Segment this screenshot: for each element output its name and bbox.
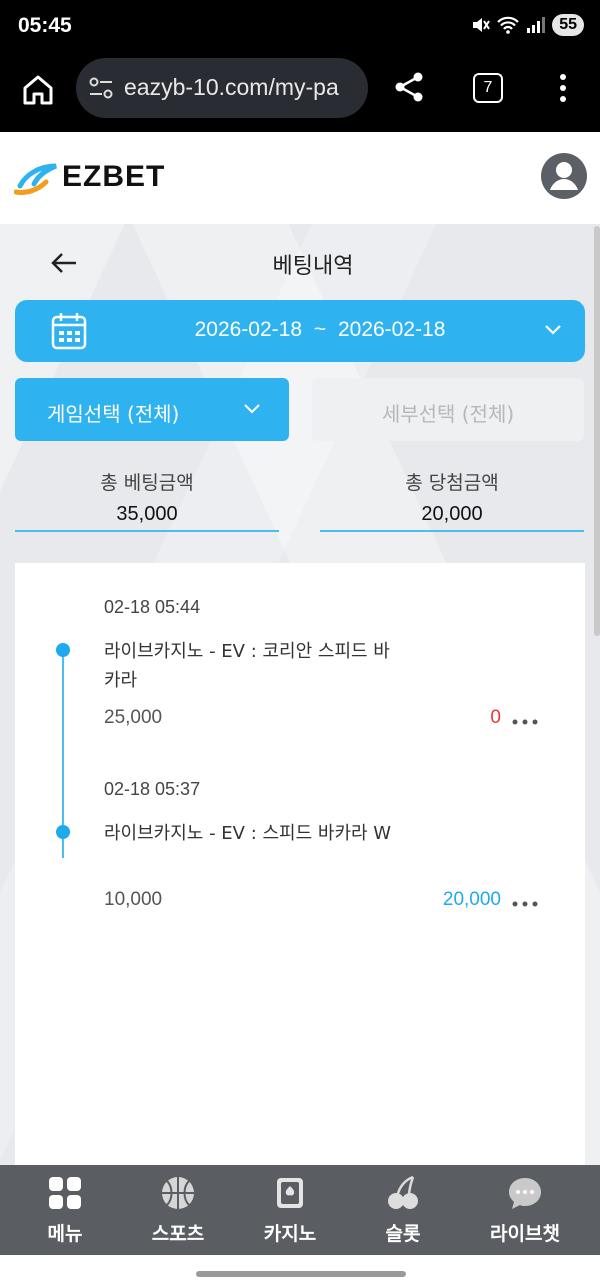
bet-stake: 10,000 bbox=[104, 889, 163, 910]
bet-result: 20,000 bbox=[442, 889, 501, 910]
start-date: 2026-02-18 bbox=[194, 318, 303, 341]
bottom-navigation: 메뉴 스포츠 카지노 슬롯 라이브챗 bbox=[0, 1165, 600, 1255]
grid-icon bbox=[49, 1177, 81, 1209]
bet-game-name: 라이브카지노 - EV : 스피드 바카라 W bbox=[104, 823, 392, 844]
end-date: 2026-02-18 bbox=[337, 318, 446, 341]
bet-history-list: 02-18 05:44 라이브카지노 - EV : 코리안 스피드 바카라 25… bbox=[15, 563, 585, 1165]
bet-stake: 25,000 bbox=[104, 707, 163, 728]
brand-name: EZBET bbox=[62, 160, 166, 193]
site-logo[interactable]: EZBET bbox=[14, 158, 214, 200]
timeline-dot bbox=[56, 643, 70, 657]
bet-history-item: 02-18 05:37 라이브카지노 - EV : 스피드 바카라 W 10,0… bbox=[15, 745, 585, 915]
status-icons: 55 bbox=[470, 14, 584, 36]
home-icon[interactable] bbox=[20, 72, 56, 108]
cards-icon bbox=[277, 1178, 303, 1208]
address-bar[interactable]: eazyb-10.com/my-pa bbox=[76, 58, 368, 118]
site-settings-icon[interactable] bbox=[88, 76, 114, 100]
nav-label: 카지노 bbox=[263, 1223, 317, 1245]
nav-live-chat[interactable]: 라이브챗 bbox=[475, 1175, 575, 1251]
total-win-label: 총 당첨금액 bbox=[405, 472, 499, 494]
nav-casino[interactable]: 카지노 bbox=[240, 1175, 340, 1251]
gesture-handle[interactable] bbox=[196, 1271, 406, 1277]
page-scrollbar[interactable] bbox=[594, 226, 600, 636]
mute-icon bbox=[473, 18, 491, 32]
tab-switcher-button[interactable]: 7 bbox=[473, 73, 503, 103]
nav-label: 라이브챗 bbox=[490, 1223, 560, 1245]
total-bet-value: 35,000 bbox=[116, 503, 178, 525]
nav-menu[interactable]: 메뉴 bbox=[15, 1175, 115, 1251]
bet-history-item: 02-18 05:44 라이브카지노 - EV : 코리안 스피드 바카라 25… bbox=[15, 563, 585, 733]
page-header: 베팅내역 bbox=[0, 240, 600, 286]
timeline-dot bbox=[56, 825, 70, 839]
user-avatar-icon[interactable] bbox=[540, 152, 588, 200]
date-range-text: 2026-02-18 ~ 2026-02-18 bbox=[15, 318, 600, 342]
wifi-icon bbox=[497, 16, 519, 34]
status-time: 05:45 bbox=[18, 14, 72, 37]
nav-label: 슬롯 bbox=[385, 1223, 421, 1245]
total-bet-label: 총 베팅금액 bbox=[100, 472, 194, 494]
cherry-icon bbox=[388, 1175, 418, 1209]
chat-icon bbox=[509, 1178, 541, 1209]
bet-result: 0 bbox=[490, 707, 501, 728]
nav-sports[interactable]: 스포츠 bbox=[128, 1175, 228, 1251]
gesture-bar bbox=[0, 1255, 600, 1286]
more-options-icon[interactable] bbox=[512, 719, 538, 725]
battery-indicator: 55 bbox=[552, 14, 584, 36]
detail-select-dropdown[interactable]: 세부선택 (전체) bbox=[312, 378, 584, 441]
chevron-down-icon bbox=[545, 325, 561, 335]
bet-time: 02-18 05:44 bbox=[104, 597, 201, 617]
browser-toolbar: eazyb-10.com/my-pa 7 bbox=[0, 54, 600, 132]
nav-slot[interactable]: 슬롯 bbox=[353, 1175, 453, 1251]
nav-label: 메뉴 bbox=[47, 1223, 83, 1245]
total-win-value: 20,000 bbox=[421, 503, 483, 525]
site-header: EZBET bbox=[0, 132, 600, 224]
overflow-menu-icon[interactable] bbox=[548, 70, 578, 106]
page-title: 베팅내역 bbox=[272, 254, 354, 279]
signal-icon bbox=[527, 17, 546, 33]
detail-select-label: 세부선택 (전체) bbox=[381, 402, 515, 426]
nav-label: 스포츠 bbox=[151, 1223, 205, 1245]
total-bet-amount: 총 베팅금액 35,000 bbox=[15, 466, 279, 532]
total-win-amount: 총 당첨금액 20,000 bbox=[320, 466, 584, 532]
date-range-picker[interactable]: 2026-02-18 ~ 2026-02-18 bbox=[15, 300, 585, 362]
date-separator: ~ bbox=[313, 318, 327, 341]
game-select-label: 게임선택 (전체) bbox=[47, 402, 180, 426]
ezbet-logo-icon bbox=[14, 163, 57, 195]
status-bar: 05:45 55 bbox=[0, 0, 600, 54]
more-options-icon[interactable] bbox=[512, 901, 538, 907]
bet-game-name: 라이브카지노 - EV : 코리안 스피드 바카라 bbox=[104, 641, 390, 691]
share-icon[interactable] bbox=[392, 70, 426, 104]
url-text[interactable]: eazyb-10.com/my-pa bbox=[124, 74, 339, 101]
basketball-icon bbox=[162, 1177, 194, 1209]
chevron-down-icon bbox=[244, 404, 260, 414]
bet-time: 02-18 05:37 bbox=[104, 779, 201, 799]
game-select-dropdown[interactable]: 게임선택 (전체) bbox=[15, 378, 289, 441]
